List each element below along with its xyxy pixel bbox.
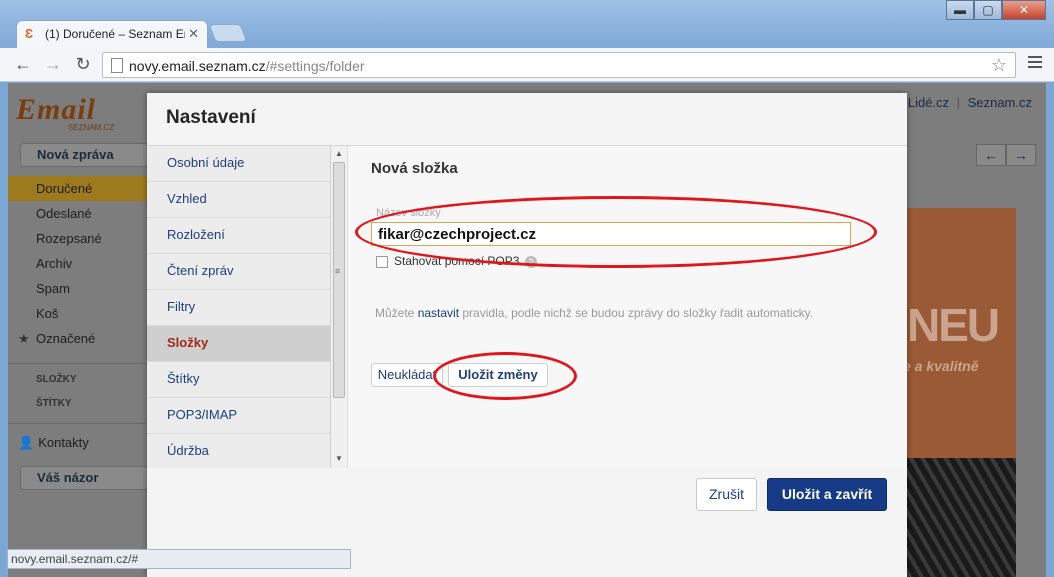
- cancel-button[interactable]: Zrušit: [696, 478, 757, 511]
- ad-tagline: e a kvalitně: [903, 358, 979, 374]
- divider: [8, 363, 148, 364]
- ad-headline: NEU: [907, 299, 1000, 351]
- settings-nav-personal[interactable]: Osobní údaje: [147, 146, 330, 182]
- folder-item-inbox[interactable]: Doručené: [8, 176, 148, 201]
- window-titlebar: Ɛ (1) Doručené – Seznam Em ✕ ▬ ▢ ✕: [0, 0, 1054, 48]
- settings-nav-maintenance[interactable]: Údržba: [147, 434, 330, 468]
- info-prefix: Můžete: [375, 306, 418, 320]
- help-icon[interactable]: ?: [524, 255, 537, 268]
- top-links: Lidé.cz | Seznam.cz: [907, 95, 1032, 110]
- pop3-row: Stahovat pomocí POP3 ?: [376, 254, 537, 268]
- back-icon[interactable]: ←: [12, 54, 34, 75]
- tab-close-icon[interactable]: ✕: [188, 26, 199, 42]
- settings-nav-scrollbar[interactable]: ▲ ≡ ▼: [330, 146, 346, 468]
- contacts-link[interactable]: 👤 Kontakty: [18, 435, 89, 451]
- settings-dialog: Nastavení Osobní údaje Vzhled Rozložení …: [147, 93, 907, 577]
- save-and-close-button[interactable]: Uložit a zavřít: [767, 478, 887, 511]
- dont-save-button[interactable]: Neukládat: [371, 363, 443, 387]
- settings-nav-labels[interactable]: Štítky: [147, 362, 330, 398]
- folder-name-input[interactable]: [371, 222, 851, 246]
- settings-nav-filters[interactable]: Filtry: [147, 290, 330, 326]
- previous-arrow-icon[interactable]: ←: [976, 144, 1006, 166]
- section-title: Nová složka: [371, 160, 458, 177]
- settings-nav-layout[interactable]: Rozložení: [147, 218, 330, 254]
- tire-image: [901, 458, 1016, 577]
- browser-tab[interactable]: Ɛ (1) Doručené – Seznam Em ✕: [16, 20, 208, 48]
- lide-link[interactable]: Lidé.cz: [908, 95, 949, 110]
- seznam-favicon-icon: Ɛ: [25, 26, 34, 41]
- folder-item-sent[interactable]: Odeslané: [8, 201, 148, 226]
- forward-icon[interactable]: →: [42, 54, 64, 75]
- feedback-button[interactable]: Váš názor: [20, 466, 148, 490]
- person-icon: 👤: [18, 435, 35, 450]
- star-icon: ★: [18, 331, 30, 346]
- folder-item-archive[interactable]: Archiv: [8, 251, 148, 276]
- bookmark-star-icon[interactable]: ☆: [991, 55, 1007, 76]
- minimize-button[interactable]: ▬: [946, 0, 974, 20]
- folder-item-trash[interactable]: Koš: [8, 301, 148, 326]
- folder-list: Doručené Odeslané Rozepsané Archiv Spam …: [8, 176, 148, 351]
- folders-section-label[interactable]: SLOŽKY: [36, 374, 77, 385]
- folder-item-spam[interactable]: Spam: [8, 276, 148, 301]
- browser-toolbar: ← → ↻ novy.email.seznam.cz/#settings/fol…: [0, 48, 1054, 82]
- divider: [8, 423, 148, 424]
- folder-name-label: Název složky: [376, 207, 441, 219]
- set-rules-link[interactable]: nastavit: [418, 306, 459, 320]
- folder-item-drafts[interactable]: Rozepsané: [8, 226, 148, 251]
- grip-icon: ≡: [335, 266, 341, 276]
- pager-buttons: ← →: [976, 144, 1036, 166]
- email-logo[interactable]: Email: [16, 93, 96, 127]
- scroll-up-icon[interactable]: ▲: [335, 149, 343, 158]
- tab-title: (1) Doručené – Seznam Em: [45, 27, 185, 41]
- folder-form: Nová složka Název složky Stahovat pomocí…: [347, 146, 907, 468]
- new-tab-button[interactable]: [208, 24, 248, 42]
- scrollbar-thumb[interactable]: [333, 162, 345, 398]
- settings-nav: Osobní údaje Vzhled Rozložení Čtení zprá…: [147, 146, 330, 468]
- url-host: novy.email.seznam.cz: [129, 58, 266, 74]
- folder-item-starred[interactable]: ★ Označené: [8, 326, 148, 351]
- status-bar: novy.email.seznam.cz/#: [7, 549, 351, 569]
- settings-nav-pop3-imap[interactable]: POP3/IMAP: [147, 398, 330, 434]
- info-text: Můžete nastavit pravidla, podle nichž se…: [375, 306, 813, 320]
- logo-subtitle: SEZNAM.CZ: [68, 123, 115, 132]
- dialog-title: Nastavení: [166, 107, 256, 128]
- close-window-button[interactable]: ✕: [1002, 0, 1046, 20]
- info-suffix: pravidla, podle nichž se budou zprávy do…: [459, 306, 814, 320]
- advertisement-banner[interactable]: NEU e a kvalitně: [901, 208, 1016, 577]
- seznam-link[interactable]: Seznam.cz: [968, 95, 1032, 110]
- address-bar[interactable]: novy.email.seznam.cz/#settings/folder ☆: [102, 52, 1016, 78]
- new-message-button[interactable]: Nová zpráva: [20, 143, 148, 167]
- contacts-label: Kontakty: [38, 435, 89, 450]
- settings-nav-reading[interactable]: Čtení zpráv: [147, 254, 330, 290]
- settings-nav-folders[interactable]: Složky: [147, 326, 330, 362]
- page-icon: [111, 58, 123, 73]
- url-path: /#settings/folder: [265, 58, 365, 74]
- labels-section-label[interactable]: ŠTÍTKY: [36, 398, 72, 409]
- maximize-button[interactable]: ▢: [974, 0, 1002, 20]
- scroll-down-icon[interactable]: ▼: [335, 454, 343, 463]
- save-changes-button[interactable]: Uložit změny: [448, 363, 548, 387]
- menu-icon[interactable]: [1028, 56, 1042, 71]
- next-arrow-icon[interactable]: →: [1006, 144, 1036, 166]
- folder-item-starred-label: Označené: [36, 331, 96, 346]
- pop3-checkbox-label: Stahovat pomocí POP3: [394, 254, 520, 268]
- pop3-checkbox[interactable]: [376, 255, 388, 268]
- reload-icon[interactable]: ↻: [72, 54, 94, 75]
- settings-nav-appearance[interactable]: Vzhled: [147, 182, 330, 218]
